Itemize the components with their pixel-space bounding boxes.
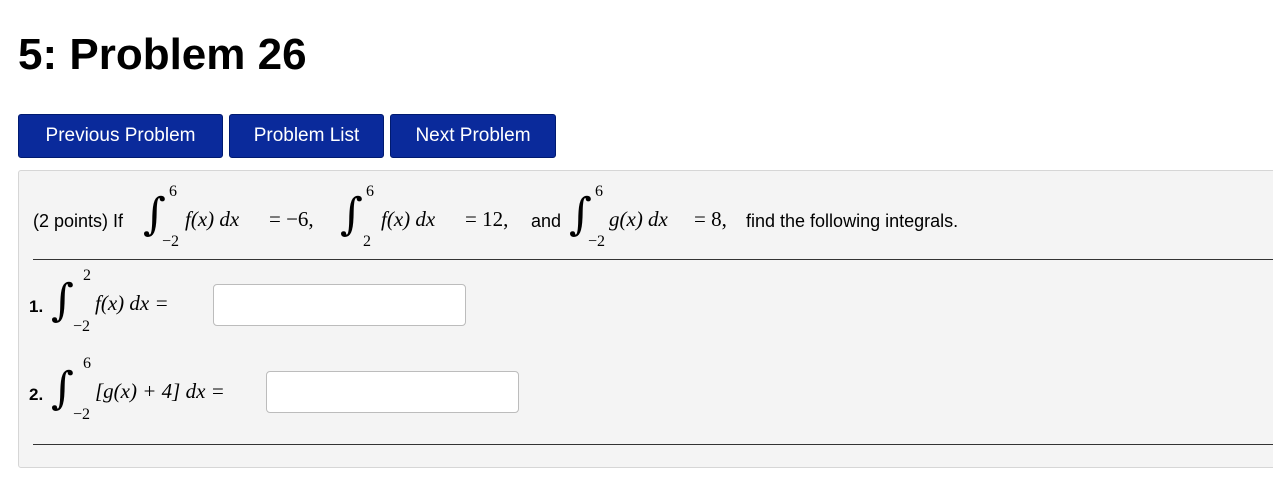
lower-limit: −2 xyxy=(73,406,91,423)
integrand: g(x) dx xyxy=(609,207,668,231)
integral-sign: ∫ xyxy=(340,189,363,240)
part-number: 2. xyxy=(29,385,44,404)
integrand: f(x) dx xyxy=(185,207,240,231)
upper-limit: 2 xyxy=(83,267,91,284)
integral-sign: ∫ xyxy=(51,363,74,414)
problem-panel: (2 points) If ∫ 6 −2 f(x) dx = −6, ∫ 6 2… xyxy=(18,170,1273,468)
equation-value: = 12, xyxy=(465,207,509,231)
integral-sign: ∫ xyxy=(51,275,74,326)
equation-value: = −6, xyxy=(269,207,314,231)
part-number: 1. xyxy=(29,297,44,316)
previous-problem-button[interactable]: Previous Problem xyxy=(18,114,223,158)
upper-limit: 6 xyxy=(366,183,374,200)
lower-limit: 2 xyxy=(363,233,371,250)
integral-sign: ∫ xyxy=(569,189,592,240)
lower-limit: −2 xyxy=(73,318,91,335)
integrand: f(x) dx = xyxy=(95,291,169,315)
answer-input-2[interactable] xyxy=(266,371,519,413)
integral-sign: ∫ xyxy=(143,189,166,240)
integrand: f(x) dx xyxy=(381,207,436,231)
statement-prefix: (2 points) If xyxy=(33,211,124,231)
statement-suffix: find the following integrals. xyxy=(746,211,959,231)
lower-limit: −2 xyxy=(588,233,606,250)
integrand: [g(x) + 4] dx = xyxy=(95,379,225,403)
upper-limit: 6 xyxy=(169,183,177,200)
page-title: 5: Problem 26 xyxy=(18,30,307,79)
next-problem-button[interactable]: Next Problem xyxy=(390,114,556,158)
conjunction: and xyxy=(531,211,562,231)
upper-limit: 6 xyxy=(595,183,603,200)
lower-limit: −2 xyxy=(162,233,180,250)
problem-list-button[interactable]: Problem List xyxy=(229,114,384,158)
divider xyxy=(33,444,1273,445)
equation-value: = 8, xyxy=(694,207,727,231)
upper-limit: 6 xyxy=(83,355,91,372)
answer-input-1[interactable] xyxy=(213,284,466,326)
divider xyxy=(33,259,1273,260)
